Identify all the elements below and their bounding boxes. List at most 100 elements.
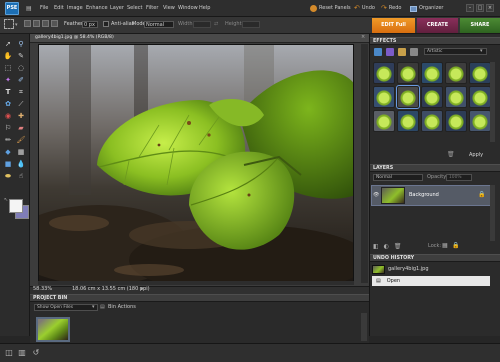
- layers-scrollbar[interactable]: [490, 185, 495, 241]
- blur-tool-icon[interactable]: 💧: [16, 160, 26, 169]
- subtract-selection-icon[interactable]: [42, 20, 49, 27]
- menu-help[interactable]: Help: [199, 6, 210, 11]
- effect-thumbnail[interactable]: [373, 62, 395, 84]
- swap-colors-icon[interactable]: ↖: [4, 198, 8, 203]
- rotate-left-icon[interactable]: ↺: [30, 347, 42, 358]
- minimize-button[interactable]: –: [466, 4, 474, 12]
- opacity-input[interactable]: 100%: [446, 174, 472, 181]
- smudge-tool-icon[interactable]: ☝: [16, 172, 26, 181]
- effect-thumbnail[interactable]: [421, 110, 443, 132]
- close-button[interactable]: ×: [486, 4, 494, 12]
- trash-icon[interactable]: 🗑: [447, 152, 455, 158]
- marquee-tool-preset-icon[interactable]: [4, 19, 14, 29]
- swap-icon[interactable]: ⇄: [214, 22, 218, 27]
- menu-enhance[interactable]: Enhance: [86, 6, 108, 11]
- new-layer-icon[interactable]: ◧: [373, 243, 379, 250]
- zoom-tool-icon[interactable]: ⚲: [16, 40, 26, 49]
- undo-button[interactable]: ↶ Undo: [354, 3, 375, 14]
- undo-history-panel-header[interactable]: UNDO HISTORY: [370, 254, 500, 262]
- foreground-color-swatch[interactable]: [9, 199, 23, 213]
- reset-panels-button[interactable]: Reset Panels: [310, 3, 351, 14]
- effect-thumbnail[interactable]: [445, 62, 467, 84]
- menu-edit[interactable]: Edit: [54, 6, 64, 11]
- effect-thumbnail[interactable]: [421, 62, 443, 84]
- effects-category-select[interactable]: Artistic: [424, 48, 487, 55]
- effect-thumbnail[interactable]: [397, 62, 419, 84]
- effects-scrollbar[interactable]: [490, 62, 495, 142]
- maximize-button[interactable]: □: [476, 4, 484, 12]
- eyedropper-tool-icon[interactable]: ✎: [16, 52, 26, 61]
- new-selection-icon[interactable]: [24, 20, 31, 27]
- intersect-selection-icon[interactable]: [51, 20, 58, 27]
- effect-thumbnail[interactable]: [469, 62, 491, 84]
- history-item-open[interactable]: ▤ Open: [372, 276, 490, 286]
- tab-edit-full[interactable]: EDIT Full: [372, 18, 415, 33]
- effect-thumbnail[interactable]: [397, 110, 419, 132]
- effect-thumbnail[interactable]: [421, 86, 443, 108]
- antialias-checkbox[interactable]: [103, 21, 109, 27]
- lock-transparency-icon[interactable]: ▦: [442, 243, 448, 249]
- red-eye-tool-icon[interactable]: ◉: [3, 112, 13, 121]
- tab-share[interactable]: SHARE: [460, 18, 500, 33]
- magic-wand-tool-icon[interactable]: ✦: [3, 76, 13, 85]
- effect-thumbnail[interactable]: [445, 86, 467, 108]
- layers-panel-header[interactable]: LAYERS: [370, 164, 500, 172]
- sponge-tool-icon[interactable]: ⬬: [3, 172, 13, 181]
- clone-stamp-tool-icon[interactable]: ⚐: [3, 124, 13, 133]
- horizontal-scrollbar[interactable]: [38, 281, 354, 285]
- close-document-icon[interactable]: ×: [361, 35, 365, 40]
- straighten-tool-icon[interactable]: ⟋: [16, 100, 26, 109]
- show-files-select[interactable]: Show Open Files: [34, 304, 98, 311]
- effect-thumbnail[interactable]: [373, 86, 395, 108]
- gradient-tool-icon[interactable]: ▦: [16, 148, 26, 157]
- effect-thumbnail[interactable]: [469, 110, 491, 132]
- add-selection-icon[interactable]: [33, 20, 40, 27]
- quick-selection-tool-icon[interactable]: ✐: [16, 76, 26, 85]
- history-item-snapshot[interactable]: gallery4big1.jpg: [372, 264, 490, 274]
- marquee-tool-icon[interactable]: ⬚: [3, 64, 13, 73]
- effects-panel-header[interactable]: EFFECTS: [370, 37, 500, 45]
- effect-thumbnail[interactable]: [373, 110, 395, 132]
- hand-tool-icon[interactable]: ✋: [3, 52, 13, 61]
- pencil-tool-icon[interactable]: ✏: [3, 136, 13, 145]
- blend-mode-select[interactable]: Normal: [373, 174, 423, 181]
- menu-layer[interactable]: Layer: [110, 6, 124, 11]
- width-input[interactable]: [193, 21, 211, 28]
- effect-thumbnail[interactable]: [469, 86, 491, 108]
- filters-icon[interactable]: [374, 48, 382, 56]
- feather-input[interactable]: 0 px: [82, 21, 98, 28]
- menu-filter[interactable]: Filter: [146, 6, 158, 11]
- info-menu-arrow-icon[interactable]: ▸: [141, 287, 144, 292]
- effect-thumbnail[interactable]: [396, 85, 420, 109]
- lock-all-icon[interactable]: 🔒: [452, 243, 459, 249]
- move-tool-icon[interactable]: ➚: [3, 40, 13, 49]
- hide-bin-icon[interactable]: ◫: [3, 347, 15, 358]
- project-bin-thumbnail[interactable]: [36, 317, 70, 342]
- tab-create[interactable]: CREATE: [417, 18, 458, 33]
- delete-layer-icon[interactable]: 🗑: [394, 243, 402, 250]
- arrange-icon[interactable]: ▥: [16, 347, 28, 358]
- project-bin-header[interactable]: PROJECT BIN: [30, 294, 369, 302]
- menu-window[interactable]: Window: [178, 6, 198, 11]
- bin-actions-icon[interactable]: ▤: [100, 305, 105, 310]
- effects-apply-button[interactable]: Apply: [469, 153, 483, 158]
- mode-select[interactable]: Normal: [144, 21, 174, 28]
- shape-tool-icon[interactable]: ■: [3, 160, 13, 169]
- all-effects-icon[interactable]: [410, 48, 418, 56]
- menu-view[interactable]: View: [163, 6, 175, 11]
- project-bin-scrollbar[interactable]: [361, 313, 367, 341]
- eraser-tool-icon[interactable]: ▰: [16, 124, 26, 133]
- menu-image[interactable]: Image: [67, 6, 83, 11]
- photo-effects-icon[interactable]: [398, 48, 406, 56]
- eye-icon[interactable]: 👁: [373, 193, 379, 198]
- layer-styles-icon[interactable]: [386, 48, 394, 56]
- chevron-down-icon[interactable]: ▾: [15, 23, 18, 28]
- bin-actions-menu[interactable]: Bin Actions: [108, 305, 136, 310]
- redo-button[interactable]: ↷ Redo: [381, 3, 401, 14]
- crop-tool-icon[interactable]: ⌗: [16, 88, 26, 97]
- effect-thumbnail[interactable]: [445, 110, 467, 132]
- menu-file[interactable]: File: [40, 6, 48, 11]
- type-tool-icon[interactable]: T: [3, 88, 13, 97]
- height-input[interactable]: [242, 21, 260, 28]
- lasso-tool-icon[interactable]: ◌: [16, 64, 26, 73]
